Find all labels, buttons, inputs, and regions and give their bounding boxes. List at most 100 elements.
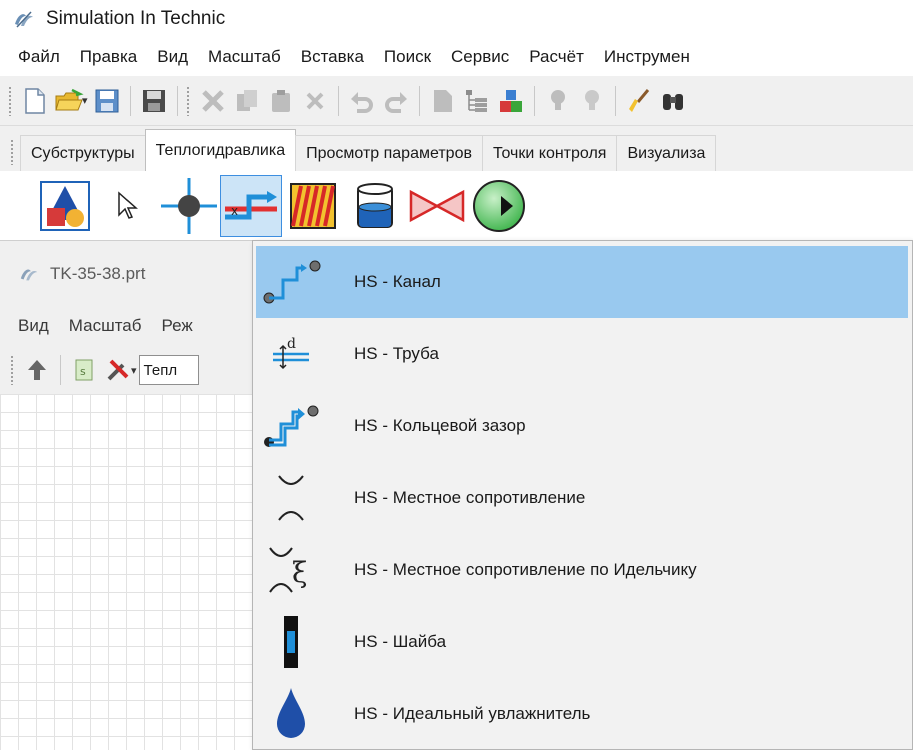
toolbar-separator	[533, 85, 535, 116]
dropdown-item-local-resistance[interactable]: HS - Местное сопротивление	[256, 462, 908, 534]
heat-exchange-icon	[290, 182, 336, 229]
valve-icon	[409, 189, 465, 222]
tab-substructures[interactable]: Субструктуры	[20, 135, 146, 171]
palette-channel-button[interactable]: x	[220, 174, 282, 237]
paste-button[interactable]	[264, 84, 298, 118]
menu-file[interactable]: Файл	[8, 47, 70, 67]
dd-icon-container: d	[256, 318, 326, 390]
find-button[interactable]	[656, 84, 690, 118]
tools-dropdown-arrow[interactable]: ▾	[131, 364, 137, 377]
dd-icon-container: ξ	[256, 534, 326, 606]
toolbar-separator	[418, 85, 420, 116]
redo-icon	[384, 91, 407, 113]
document-title-bar: TK-35-38.prt	[0, 242, 260, 306]
main-toolbar: ▾	[0, 76, 913, 126]
menu-service[interactable]: Сервис	[441, 47, 519, 67]
document-menu-bar: Вид Масштаб Реж	[0, 306, 260, 346]
palette-shapes-button[interactable]	[34, 175, 96, 237]
dropdown-item-label: HS - Канал	[354, 272, 441, 291]
menu-scale[interactable]: Масштаб	[198, 47, 291, 67]
dropdown-item-label: HS - Кольцевой зазор	[354, 416, 526, 435]
dropdown-item-orifice[interactable]: HS - Шайба	[256, 606, 908, 678]
doc-toolbar-grip[interactable]	[10, 355, 14, 385]
menu-insert[interactable]: Вставка	[291, 47, 374, 67]
delete-button[interactable]	[298, 84, 332, 118]
undo-button[interactable]	[345, 84, 379, 118]
svg-text:d: d	[287, 336, 296, 352]
doc-menu-view[interactable]: Вид	[8, 316, 59, 336]
doc-menu-scale[interactable]: Масштаб	[59, 316, 152, 336]
tabs-grip[interactable]	[10, 139, 14, 165]
open-dropdown-arrow[interactable]: ▾	[82, 94, 88, 107]
app-title: Simulation In Technic	[46, 8, 226, 29]
new-file-button[interactable]	[18, 84, 52, 118]
tools-button[interactable]	[101, 353, 135, 387]
save-button[interactable]	[90, 84, 124, 118]
open-file-button[interactable]	[52, 84, 86, 118]
tree-button[interactable]	[460, 84, 494, 118]
cut-button[interactable]	[196, 84, 230, 118]
up-level-button[interactable]	[20, 353, 54, 387]
dd-icon-container	[256, 606, 326, 678]
palette-tank-button[interactable]	[344, 175, 406, 237]
save-as-button[interactable]	[137, 84, 171, 118]
dropdown-item-pipe[interactable]: d HS - Труба	[256, 318, 908, 390]
hint-button[interactable]	[541, 84, 575, 118]
document-toolbar: s ▾ Тепл	[0, 346, 260, 394]
pump-icon	[473, 179, 525, 232]
tab-visualization[interactable]: Визуализа	[616, 135, 717, 171]
properties-button[interactable]	[426, 84, 460, 118]
schematic-canvas[interactable]	[0, 394, 260, 750]
menu-tools[interactable]: Инструмен	[594, 47, 700, 67]
toolbar-grip[interactable]	[8, 85, 12, 116]
blocks-icon	[499, 89, 522, 112]
svg-text:s: s	[80, 365, 86, 378]
palette-pump-button[interactable]	[468, 175, 530, 237]
mode-combo[interactable]: Тепл	[138, 355, 199, 385]
cut-icon	[201, 89, 224, 112]
svg-text:ξ: ξ	[292, 556, 307, 589]
tab-thermohydraulics[interactable]: Теплогидравлика	[144, 129, 297, 171]
orifice-icon	[284, 616, 298, 668]
menu-calculation[interactable]: Расчёт	[519, 47, 594, 67]
arrow-up-icon	[28, 360, 46, 380]
tab-control-points[interactable]: Точки контроля	[481, 135, 618, 171]
palette-pointer-button[interactable]	[96, 175, 158, 237]
dd-icon-container	[256, 390, 326, 462]
dropdown-item-annular-gap[interactable]: HS - Кольцевой зазор	[256, 390, 908, 462]
toolbar-separator	[129, 85, 131, 116]
mode-combo-value: Тепл	[143, 361, 178, 379]
toolbar-separator	[614, 85, 616, 116]
copy-button[interactable]	[230, 84, 264, 118]
document-window: TK-35-38.prt Вид Масштаб Реж s ▾ Тепл	[0, 242, 260, 750]
dropdown-item-humidifier[interactable]: HS - Идеальный увлажнитель	[256, 678, 908, 750]
dropdown-item-channel[interactable]: HS - Канал	[256, 246, 908, 318]
channel-icon	[263, 260, 321, 304]
dropdown-item-label: HS - Местное сопротивление	[354, 488, 586, 507]
tab-view-parameters[interactable]: Просмотр параметров	[295, 135, 483, 171]
copy-icon	[236, 89, 257, 111]
redo-button[interactable]	[379, 84, 413, 118]
menu-edit[interactable]: Правка	[70, 47, 147, 67]
clean-button[interactable]	[622, 84, 656, 118]
humidifier-icon	[277, 688, 305, 738]
palette-heat-exchange-button[interactable]	[282, 175, 344, 237]
components-button[interactable]	[494, 84, 528, 118]
toolbar-separator	[60, 355, 61, 385]
menu-search[interactable]: Поиск	[374, 47, 441, 67]
node-icon	[161, 177, 217, 234]
document-title: TK-35-38.prt	[50, 264, 146, 283]
palette-valve-button[interactable]	[406, 175, 468, 237]
idelchik-resistance-icon: ξ	[269, 547, 307, 593]
menu-view[interactable]: Вид	[147, 47, 198, 67]
palette-node-button[interactable]	[158, 175, 220, 237]
new-file-icon	[25, 87, 45, 114]
dropdown-item-idelchik-resistance[interactable]: ξ HS - Местное сопротивление по Идельчик…	[256, 534, 908, 606]
annular-gap-icon	[264, 405, 319, 447]
channel-icon: x	[225, 190, 277, 219]
hint-off-button[interactable]	[575, 84, 609, 118]
script-button[interactable]: s	[67, 353, 101, 387]
toolbar-grip[interactable]	[185, 85, 190, 116]
shapes-icon	[40, 180, 90, 231]
doc-menu-mode[interactable]: Реж	[152, 316, 203, 336]
